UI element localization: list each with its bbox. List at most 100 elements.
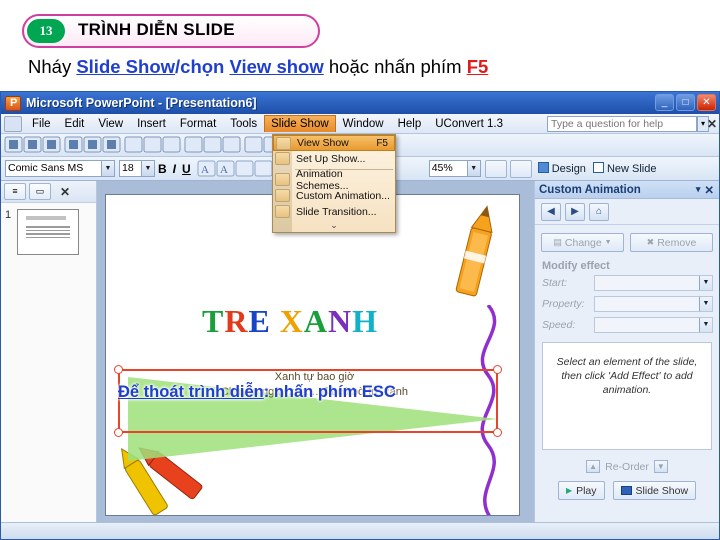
slide-transition-label: Slide Transition... xyxy=(296,206,377,218)
underline-button[interactable]: U xyxy=(182,162,191,176)
custom-animation-label: Custom Animation... xyxy=(296,190,390,202)
speed-chevron-down-icon[interactable]: ▼ xyxy=(699,318,712,332)
slide-show-dropdown-menu[interactable]: View Show F5 Set Up Show... Animation Sc… xyxy=(272,134,396,233)
window-title: Microsoft PowerPoint - [Presentation6] xyxy=(26,96,257,110)
font-name-chevron-down-icon[interactable]: ▼ xyxy=(101,161,114,176)
selection-handle-bottom-left[interactable] xyxy=(114,428,123,437)
close-outline-pane-icon[interactable]: ✕ xyxy=(60,185,70,199)
title-letter-2: E xyxy=(248,303,271,339)
ask-a-question-input[interactable]: Type a question for help xyxy=(547,116,697,132)
escape-callout-text: Để thoát trình diễn: nhấn phím ESC xyxy=(118,383,396,402)
menu-item-help[interactable]: Help xyxy=(391,116,429,132)
reorder-up-icon[interactable]: ▲ xyxy=(586,460,601,473)
page-title: TRÌNH DIỄN SLIDE xyxy=(78,20,235,39)
close-button[interactable]: ✕ xyxy=(697,94,716,111)
escape-callout-rest: : nhấn phím ESC xyxy=(263,383,396,401)
menu-item-edit[interactable]: Edit xyxy=(58,116,92,132)
menu-item-file[interactable]: File xyxy=(25,116,58,132)
task-pane-nav: ◀ ▶ ⌂ xyxy=(535,199,719,225)
italic-button[interactable]: I xyxy=(173,162,176,176)
title-letter-1: R xyxy=(224,303,249,339)
menu-item-uconvert[interactable]: UConvert 1.3 xyxy=(428,116,510,132)
bold-button[interactable]: B xyxy=(158,162,167,176)
tab-outline[interactable]: ≡ xyxy=(4,183,26,200)
window-controls: _ □ ✕ xyxy=(655,94,716,111)
property-chevron-down-icon[interactable]: ▼ xyxy=(699,297,712,311)
slide-thumbnail-row[interactable]: 1 xyxy=(1,203,96,261)
task-pane-forward-icon[interactable]: ▶ xyxy=(565,202,585,221)
play-button[interactable]: ▶ Play xyxy=(557,481,605,500)
document-icon xyxy=(4,115,22,132)
play-icon: ▶ xyxy=(565,486,573,495)
window-titlebar: Microsoft PowerPoint - [Presentation6] _… xyxy=(1,92,719,114)
slide-show-button[interactable]: Slide Show xyxy=(612,481,697,500)
task-pane-chevron-down-icon[interactable]: ▾ xyxy=(696,184,701,195)
reorder-controls: ▲ Re-Order ▼ xyxy=(535,460,719,473)
minimize-button[interactable]: _ xyxy=(655,94,674,111)
task-pane-back-icon[interactable]: ◀ xyxy=(541,202,561,221)
task-pane-bottom-buttons: ▶ Play Slide Show xyxy=(535,481,719,500)
task-pane-title: Custom Animation xyxy=(539,183,641,196)
instruction-key-f5: F5 xyxy=(466,56,489,77)
set-up-show-icon xyxy=(275,152,290,165)
standard-toolbar-icons xyxy=(4,136,383,153)
slide-transition-icon xyxy=(275,205,290,218)
font-size-combo[interactable]: 18 ▼ xyxy=(119,160,155,177)
new-slide-button[interactable]: New Slide xyxy=(592,162,656,175)
change-icon: ▤ xyxy=(553,237,562,247)
selection-handle-top-left[interactable] xyxy=(114,365,123,374)
slide-editing-surface[interactable]: TRE XANH Xanh tự bao giờ Chuyện ngày xưa… xyxy=(105,194,520,516)
title-letter-7: H xyxy=(352,303,379,339)
font-name-combo[interactable]: Comic Sans MS ▼ xyxy=(5,160,115,177)
thumbnail-body-lines xyxy=(26,226,70,240)
menu-option-view-show[interactable]: View Show F5 xyxy=(273,135,395,151)
task-pane-home-icon[interactable]: ⌂ xyxy=(589,202,609,221)
design-label: Design xyxy=(551,163,586,175)
selection-handle-top-right[interactable] xyxy=(493,365,502,374)
start-select[interactable]: ▼ xyxy=(594,275,713,291)
escape-callout-underlined: Để thoát trình diễn xyxy=(118,383,264,401)
property-select[interactable]: ▼ xyxy=(594,296,713,312)
font-size-chevron-down-icon[interactable]: ▼ xyxy=(141,161,154,176)
menu-item-format[interactable]: Format xyxy=(173,116,223,132)
selection-handle-bottom-right[interactable] xyxy=(493,428,502,437)
property-label: Property: xyxy=(542,298,585,310)
instruction-link-viewshow: View show xyxy=(229,56,324,77)
design-icon xyxy=(537,162,549,173)
custom-animation-icon xyxy=(275,189,290,202)
zoom-combo[interactable]: 45% ▼ xyxy=(428,160,481,177)
menu-option-slide-transition[interactable]: Slide Transition... xyxy=(273,204,395,220)
menu-item-view[interactable]: View xyxy=(91,116,130,132)
help-button[interactable] xyxy=(484,159,507,178)
font-name-value: Comic Sans MS xyxy=(8,162,84,174)
extra-toolbar-button[interactable] xyxy=(509,159,532,178)
menu-item-slide-show[interactable]: Slide Show xyxy=(264,115,336,132)
tab-slides[interactable]: ▭ xyxy=(29,183,51,200)
task-pane-titlebar: Custom Animation ▾ ✕ xyxy=(535,181,719,199)
menu-option-set-up-show[interactable]: Set Up Show... xyxy=(273,151,395,167)
reorder-down-icon[interactable]: ▼ xyxy=(653,460,668,473)
set-up-show-label: Set Up Show... xyxy=(296,153,366,165)
close-document-icon[interactable]: ✕ xyxy=(707,117,717,131)
custom-animation-task-pane: Custom Animation ▾ ✕ ◀ ▶ ⌂ ▤ Change ▼ ✖ … xyxy=(534,181,719,539)
svg-text:A: A xyxy=(201,164,209,176)
design-button[interactable]: Design xyxy=(537,162,586,175)
menu-item-window[interactable]: Window xyxy=(336,116,391,132)
start-chevron-down-icon[interactable]: ▼ xyxy=(699,276,712,290)
view-show-shortcut: F5 xyxy=(376,137,388,149)
remove-effect-button[interactable]: ✖ Remove xyxy=(630,233,713,252)
slide-thumbnail-number: 1 xyxy=(5,209,12,221)
menu-bar: File Edit View Insert Format Tools Slide… xyxy=(1,114,719,134)
menu-item-tools[interactable]: Tools xyxy=(223,116,264,132)
maximize-button[interactable]: □ xyxy=(676,94,695,111)
change-chevron-down-icon[interactable]: ▼ xyxy=(605,239,612,246)
slide-thumbnail[interactable] xyxy=(17,209,79,255)
task-pane-close-icon[interactable]: ✕ xyxy=(704,183,714,197)
menu-option-custom-animation[interactable]: Custom Animation... xyxy=(273,188,395,204)
slide-show-label: Slide Show xyxy=(635,484,689,497)
menu-item-insert[interactable]: Insert xyxy=(130,116,173,132)
speed-select[interactable]: ▼ xyxy=(594,317,713,333)
zoom-chevron-down-icon[interactable]: ▼ xyxy=(466,161,480,176)
change-effect-button[interactable]: ▤ Change ▼ xyxy=(541,233,624,252)
menu-option-animation-schemes[interactable]: Animation Schemes... xyxy=(273,168,395,192)
